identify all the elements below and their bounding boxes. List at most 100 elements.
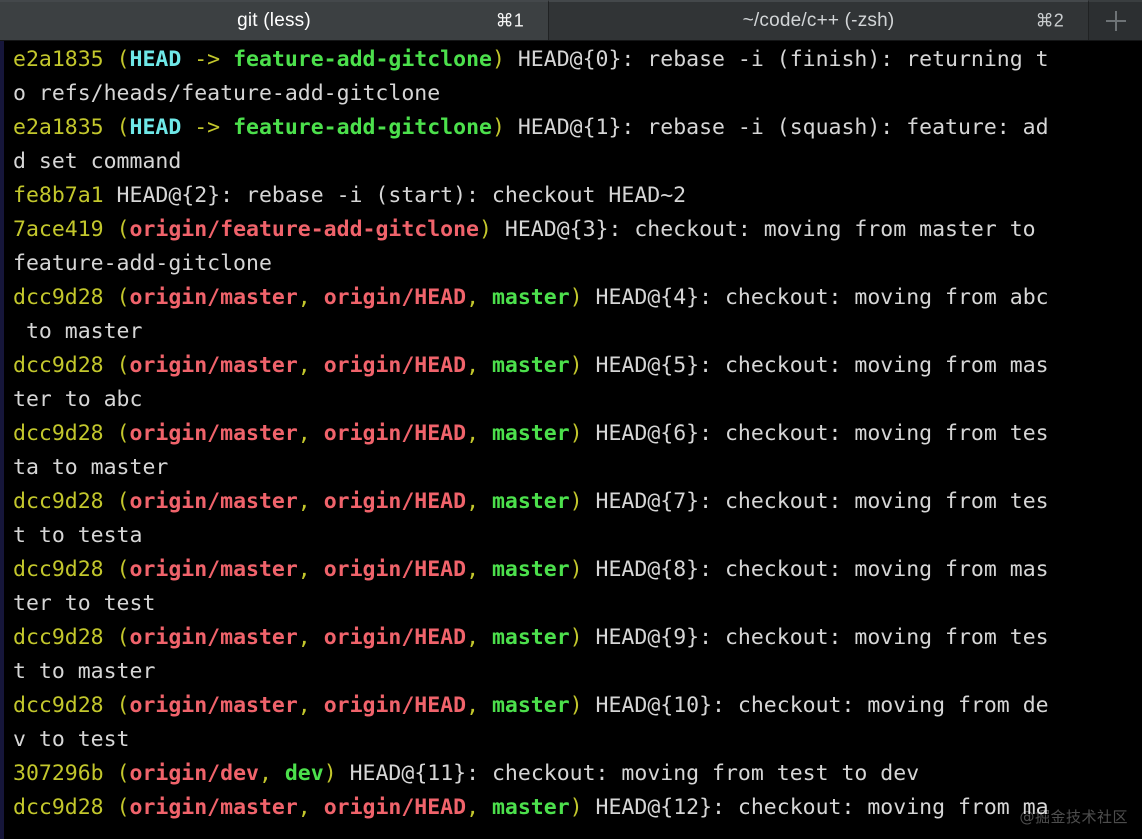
terminal-span-head: HEAD (129, 47, 182, 72)
terminal-span-paren: , (297, 353, 324, 378)
terminal-span-plain: HEAD@{12}: checkout: moving from ma (582, 795, 1049, 820)
terminal-line: ter to test (4, 587, 1142, 621)
terminal-span-paren: -> (181, 115, 234, 140)
terminal-span-hash: dcc9d28 (13, 285, 104, 310)
terminal-span-local: feature-add-gitclone (233, 115, 492, 140)
terminal-span-local: master (491, 489, 570, 514)
terminal-span-hash: fe8b7a1 (13, 183, 104, 208)
terminal-span-local: dev (284, 761, 324, 786)
terminal-span-plain: HEAD@{11}: checkout: moving from test to… (336, 761, 920, 786)
terminal-span-plain: v to test (13, 727, 130, 752)
terminal-span-head: HEAD (129, 115, 182, 140)
terminal-span-plain (104, 625, 117, 650)
terminal-span-paren: ) (479, 217, 492, 242)
terminal-span-local: master (491, 557, 570, 582)
terminal-span-plain: to master (13, 319, 143, 344)
terminal-span-plain (104, 47, 117, 72)
terminal-span-local: master (491, 353, 570, 378)
tab-code-cpp-zsh[interactable]: ~/code/c++ (-zsh) ⌘2 (548, 0, 1088, 40)
terminal-span-hash: dcc9d28 (13, 557, 104, 582)
terminal-span-remote: origin/HEAD (323, 795, 467, 820)
terminal-line: 307296b (origin/dev, dev) HEAD@{11}: che… (4, 757, 1142, 791)
terminal-line: 7ace419 (origin/feature-add-gitclone) HE… (4, 213, 1142, 247)
tab-git-less[interactable]: git (less) ⌘1 (0, 0, 548, 40)
terminal-span-paren: ) (569, 557, 583, 582)
terminal-span-plain (104, 115, 117, 140)
terminal-span-paren: ) (323, 761, 337, 786)
terminal-span-paren: ) (491, 47, 505, 72)
terminal-span-plain: ta to master (13, 455, 169, 480)
terminal-span-plain: HEAD@{7}: checkout: moving from tes (582, 489, 1049, 514)
terminal-line: to master (4, 315, 1142, 349)
terminal-span-plain: HEAD@{1}: rebase -i (squash): feature: a… (504, 115, 1049, 140)
terminal-span-plain (104, 421, 117, 446)
terminal-span-plain: HEAD@{6}: checkout: moving from tes (582, 421, 1049, 446)
terminal-span-remote: origin/HEAD (323, 557, 467, 582)
terminal-span-plain: HEAD@{4}: checkout: moving from abc (582, 285, 1049, 310)
terminal-output[interactable]: e2a1835 (HEAD -> feature-add-gitclone) H… (0, 41, 1142, 839)
terminal-line: dcc9d28 (origin/master, origin/HEAD, mas… (4, 417, 1142, 451)
terminal-span-paren: , (297, 795, 324, 820)
terminal-span-hash: dcc9d28 (13, 421, 104, 446)
terminal-span-paren: ) (491, 115, 505, 140)
tab-shortcut: ⌘2 (1035, 10, 1064, 31)
terminal-span-paren: -> (181, 47, 234, 72)
terminal-span-paren: ) (569, 421, 583, 446)
terminal-span-plain: HEAD@{8}: checkout: moving from mas (582, 557, 1049, 582)
terminal-span-plain (104, 693, 117, 718)
terminal-span-remote: origin/dev (129, 761, 259, 786)
terminal-span-remote: origin/master (129, 795, 298, 820)
new-tab-button[interactable] (1088, 0, 1142, 40)
terminal-span-plain: t to testa (13, 523, 143, 548)
terminal-line: t to master (4, 655, 1142, 689)
tab-title: git (less) (237, 10, 311, 31)
terminal-span-plain: o refs/heads/feature-add-gitclone (13, 81, 441, 106)
terminal-line: ta to master (4, 451, 1142, 485)
terminal-span-paren: ( (116, 353, 130, 378)
terminal-span-paren: ( (116, 625, 130, 650)
terminal-span-paren: ) (569, 489, 583, 514)
terminal-line: t to testa (4, 519, 1142, 553)
terminal-span-local: master (491, 421, 570, 446)
terminal-span-plain (104, 795, 117, 820)
terminal-line: ter to abc (4, 383, 1142, 417)
terminal-line: dcc9d28 (origin/master, origin/HEAD, mas… (4, 349, 1142, 383)
terminal-span-remote: origin/feature-add-gitclone (129, 217, 480, 242)
terminal-span-paren: , (466, 557, 492, 582)
terminal-span-paren: ( (116, 421, 130, 446)
terminal-span-plain (104, 557, 117, 582)
terminal-span-hash: e2a1835 (13, 47, 104, 72)
terminal-span-paren: ( (116, 217, 130, 242)
terminal-span-paren: ( (116, 489, 130, 514)
terminal-span-plain: ter to test (13, 591, 156, 616)
terminal-span-hash: 307296b (13, 761, 104, 786)
terminal-span-paren: , (297, 285, 324, 310)
terminal-span-plain: HEAD@{3}: checkout: moving from master t… (491, 217, 1036, 242)
terminal-line: dcc9d28 (origin/master, origin/HEAD, mas… (4, 553, 1142, 587)
terminal-span-hash: 7ace419 (13, 217, 104, 242)
tab-bar: git (less) ⌘1 ~/code/c++ (-zsh) ⌘2 (0, 0, 1142, 41)
terminal-span-paren: ( (116, 285, 130, 310)
terminal-line: feature-add-gitclone (4, 247, 1142, 281)
terminal-span-plain: HEAD@{0}: rebase -i (finish): returning … (504, 47, 1049, 72)
terminal-span-plain (104, 353, 117, 378)
terminal-span-plain: ter to abc (13, 387, 143, 412)
terminal-span-paren: , (466, 489, 492, 514)
terminal-line: e2a1835 (HEAD -> feature-add-gitclone) H… (4, 43, 1142, 77)
terminal-span-hash: dcc9d28 (13, 489, 104, 514)
terminal-span-remote: origin/master (129, 557, 298, 582)
terminal-line: dcc9d28 (origin/master, origin/HEAD, mas… (4, 791, 1142, 825)
terminal-span-paren: ( (116, 115, 130, 140)
terminal-span-remote: origin/master (129, 489, 298, 514)
terminal-span-remote: origin/master (129, 625, 298, 650)
terminal-span-local: master (491, 625, 570, 650)
terminal-line: dcc9d28 (origin/master, origin/HEAD, mas… (4, 689, 1142, 723)
terminal-span-paren: ( (116, 761, 130, 786)
terminal-span-remote: origin/HEAD (323, 353, 467, 378)
terminal-span-paren: , (466, 353, 492, 378)
terminal-span-remote: origin/HEAD (323, 421, 467, 446)
terminal-line: dcc9d28 (origin/master, origin/HEAD, mas… (4, 621, 1142, 655)
terminal-span-hash: dcc9d28 (13, 625, 104, 650)
terminal-span-paren: , (466, 795, 492, 820)
terminal-span-paren: , (466, 285, 492, 310)
